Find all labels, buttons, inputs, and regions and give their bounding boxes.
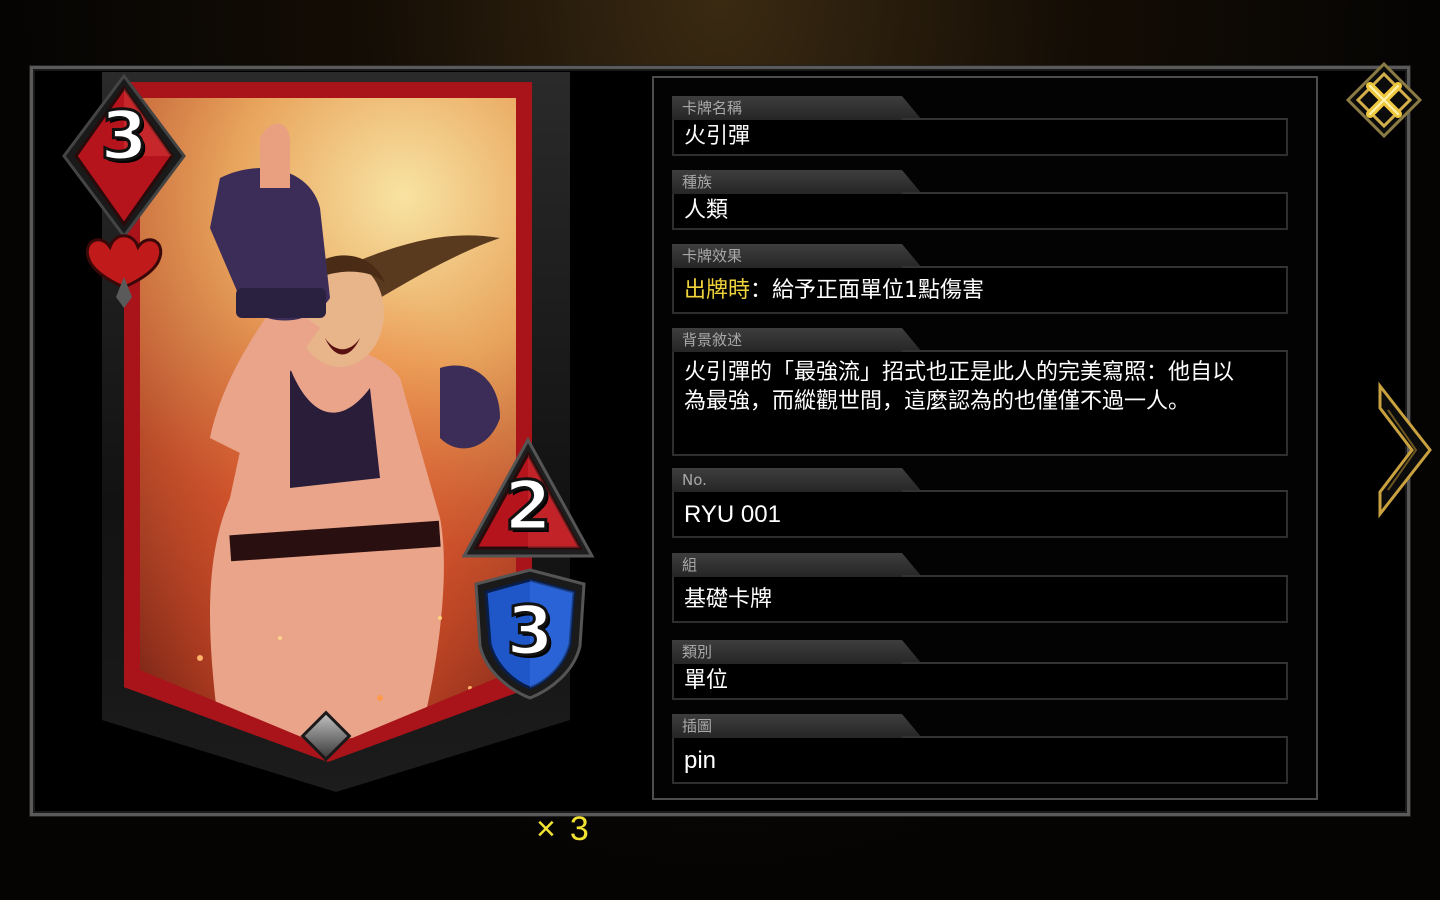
card-health: 3 [505, 591, 555, 671]
field-value: 火引彈的「最強流」招式也正是此人的完美寫照：他自以為最強，而縱觀世間，這麼認為的… [672, 352, 1288, 456]
field-label: 組 [672, 553, 922, 577]
field-label: 卡牌名稱 [672, 96, 922, 120]
fighter-illustration [140, 98, 516, 748]
effect-text: ：給予正面單位1點傷害 [750, 278, 985, 303]
field-label: 插圖 [672, 714, 922, 738]
card-details-panel: 卡牌名稱 火引彈 種族 人類 卡牌效果 出牌時：給予正面單位1點傷害 背景敘述 … [652, 76, 1318, 800]
field-value: pin [672, 738, 1288, 784]
field-value: 基礎卡牌 [672, 577, 1288, 623]
card-preview: 3 2 3 × 3 [60, 66, 595, 848]
field-label: 類別 [672, 640, 922, 664]
field-value: 火引彈 [672, 120, 1288, 156]
cost-badge: 3 [60, 72, 188, 308]
copies-count: × 3 [536, 810, 589, 849]
field-label: 背景敘述 [672, 328, 922, 352]
card-artwork [140, 98, 516, 748]
field-label: 卡牌效果 [672, 244, 922, 268]
field-label: No. [672, 468, 922, 492]
effect-keyword: 出牌時 [684, 278, 751, 303]
close-x-icon [1345, 61, 1423, 139]
field-label: 種族 [672, 170, 922, 194]
card-attack: 2 [503, 467, 553, 546]
field-value: RYU 001 [672, 492, 1288, 538]
chevron-right-icon [1378, 381, 1432, 519]
attack-badge: 2 [458, 436, 598, 566]
next-card-button[interactable] [1374, 380, 1434, 520]
field-value: 人類 [672, 194, 1288, 230]
card-detail-screen: 3 2 3 × 3 卡牌名稱 火引彈 種族 人類 卡牌效果 出牌時：給予正面單位… [0, 0, 1440, 900]
field-value: 出牌時：給予正面單位1點傷害 [672, 268, 1288, 314]
copies-multiply-symbol: × [536, 810, 556, 848]
card-cost: 3 [99, 97, 149, 176]
copies-number: 3 [569, 810, 589, 848]
health-badge: 3 [470, 566, 590, 701]
field-value: 單位 [672, 664, 1288, 700]
close-button[interactable] [1345, 61, 1423, 139]
